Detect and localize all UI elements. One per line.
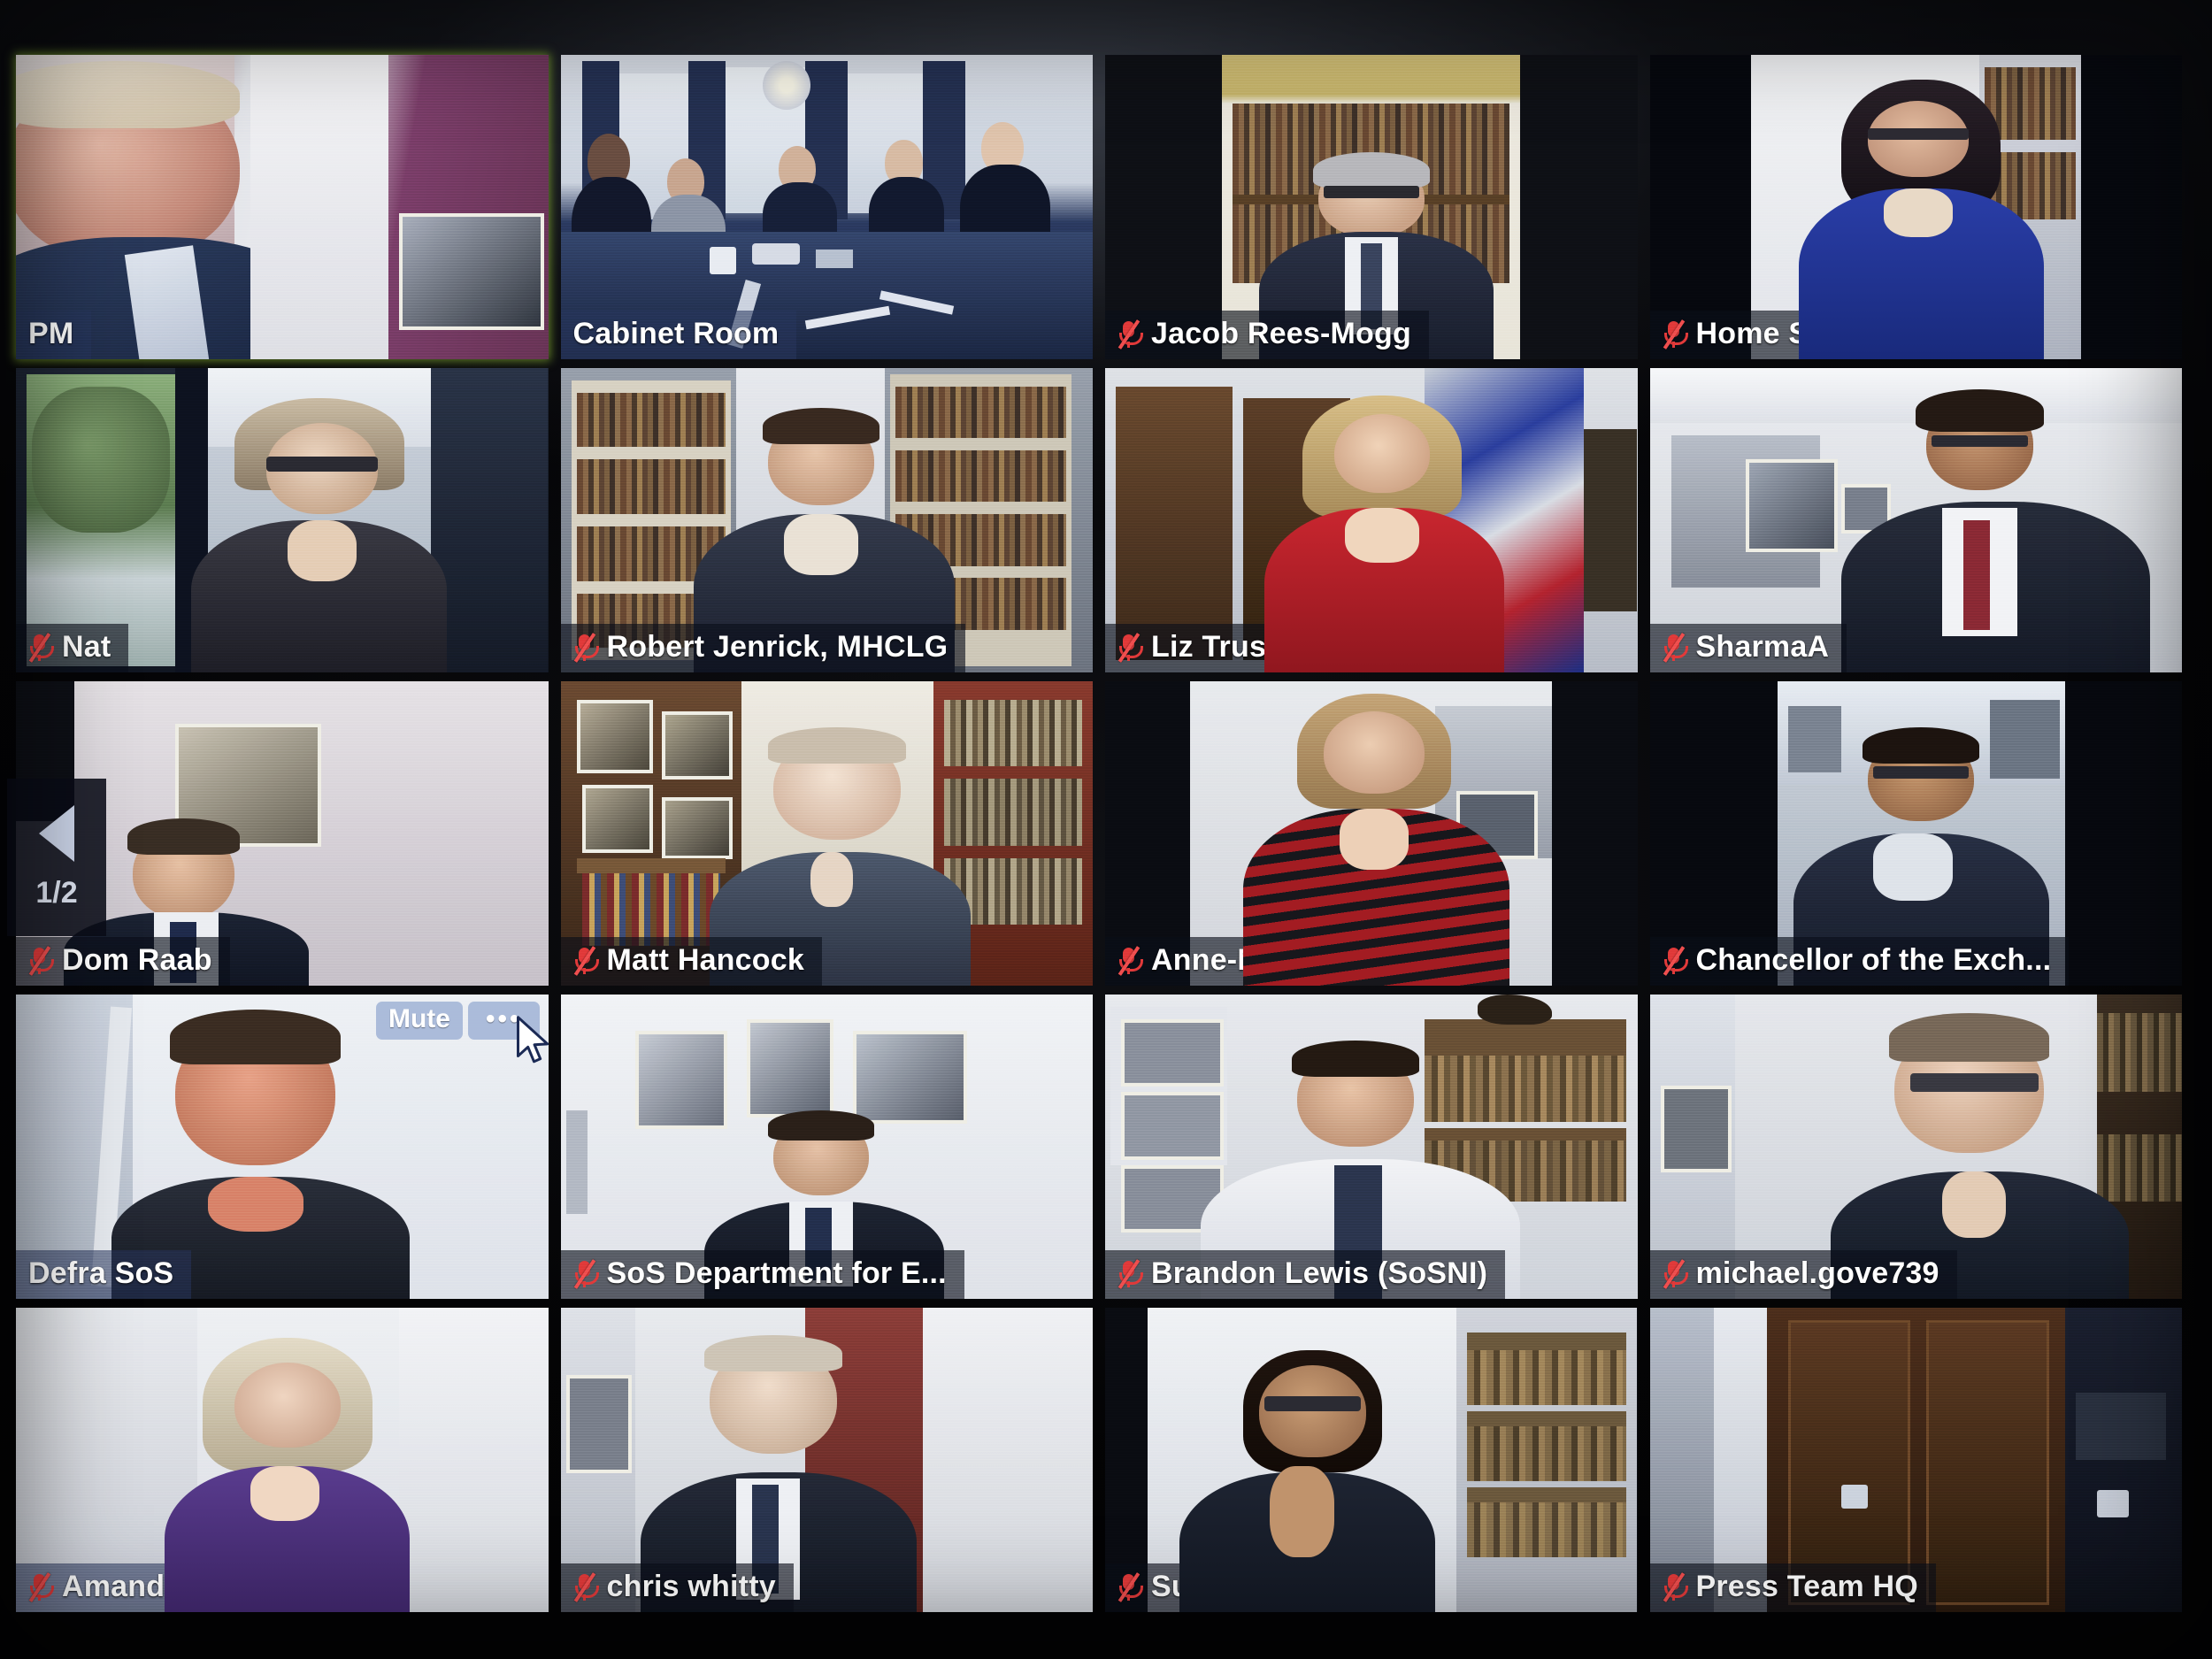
muted-microphone-icon [1663,632,1688,663]
participant-label: PM [16,311,92,359]
video-conference-screen: PM Cabinet Room Jacob Rees-Mogg Home Nat… [0,0,2212,1659]
video-feed [1105,1308,1638,1612]
participant-label: Brandon Lewis (SoSNI) [1105,1250,1506,1299]
participant-tile-pm[interactable]: PM [16,55,549,359]
participant-tile-robert-jenrick[interactable]: Robert Jenrick, MHCLG [560,368,1093,672]
muted-microphone-icon [28,632,54,663]
participant-name: michael.gove739 [1695,1256,1939,1290]
participant-tile-defra-sos[interactable]: Mute ••• Defra SoS [16,995,549,1299]
participant-tile-cabinet-room[interactable]: Cabinet Room [560,55,1093,359]
muted-microphone-icon [1663,1258,1688,1289]
participant-tile-liz-truss[interactable]: Liz Truss [1105,368,1638,672]
participant-label: Nat [16,624,129,672]
muted-microphone-icon [1663,319,1688,349]
muted-microphone-icon [28,945,54,976]
participant-label: michael.gove739 [1649,1250,1957,1299]
muted-microphone-icon [573,1258,599,1289]
chevron-left-icon[interactable] [39,804,74,862]
participant-name: SharmaA [1695,630,1830,664]
previous-page-control[interactable]: 1/2 [7,779,106,936]
participant-tile-press-team-hq[interactable]: Press Team HQ [1649,1308,2182,1612]
participant-name: Press Team HQ [1695,1570,1918,1603]
participant-label: Chancellor of the Exch... [1649,937,2070,986]
participant-tile-sharmaa[interactable]: SharmaA [1649,368,2182,672]
participant-name: Dom Raab [62,943,212,977]
muted-microphone-icon [28,1571,54,1602]
participant-tile-sos-department-for-e[interactable]: SoS Department for E... [560,995,1093,1299]
participant-name: Liz Truss [1151,630,1284,664]
participant-name: Cabinet Room [572,317,780,350]
participant-label: Matt Hancock [560,937,822,986]
participant-tile-amanda-milling[interactable]: Amanda Milling [16,1308,549,1612]
participant-label: chris whitty [560,1563,794,1612]
participant-name: Brandon Lewis (SoSNI) [1151,1256,1488,1290]
participant-label: Dom Raab [16,937,230,986]
tile-hover-controls[interactable]: Mute ••• [375,1002,540,1040]
participant-name: Jacob Rees-Mogg [1151,317,1411,350]
mute-button[interactable]: Mute [375,1002,463,1040]
participant-tile-jacob-rees-mogg[interactable]: Jacob Rees-Mogg [1105,55,1638,359]
participant-tile-anne-marie-trevelyan[interactable]: Anne-Marie Trevelyan [1105,681,1638,986]
participant-name: PM [28,317,74,350]
muted-microphone-icon [1118,632,1143,663]
participant-name: SoS Department for E... [606,1256,947,1290]
participant-name: Chancellor of the Exch... [1695,943,2052,977]
participant-tile-nat[interactable]: Nat [16,368,549,672]
muted-microphone-icon [573,945,599,976]
participant-label: SharmaA [1649,624,1847,672]
participant-label: Robert Jenrick, MHCLG [560,624,966,672]
participant-tile-brandon-lewis[interactable]: Brandon Lewis (SoSNI) [1105,995,1638,1299]
participant-name: Matt Hancock [606,943,804,977]
participant-tile-home-secretary[interactable]: Home Secretary [1649,55,2182,359]
muted-microphone-icon [1118,319,1143,349]
participant-label: SoS Department for E... [560,1250,964,1299]
page-indicator: 1/2 [35,875,78,910]
participant-name: chris whitty [606,1570,776,1603]
muted-microphone-icon [1663,945,1688,976]
participant-name: Defra SoS [28,1256,174,1290]
muted-microphone-icon [1118,1258,1143,1289]
muted-microphone-icon [1663,1571,1688,1602]
participant-label: Defra SoS [16,1250,192,1299]
participant-tile-chancellor[interactable]: Chancellor of the Exch... [1649,681,2182,986]
muted-microphone-icon [1118,1571,1143,1602]
more-options-button[interactable]: ••• [467,1002,540,1040]
muted-microphone-icon [1118,945,1143,976]
participant-label: Press Team HQ [1649,1563,1936,1612]
participant-tile-matt-hancock[interactable]: Matt Hancock [560,681,1093,986]
video-feed [16,55,549,359]
participant-label: Cabinet Room [560,311,797,359]
participant-label: Jacob Rees-Mogg [1105,311,1429,359]
participant-tile-chris-whitty[interactable]: chris whitty [560,1308,1093,1612]
participant-tile-suella-braverman[interactable]: Suella Braverman [1105,1308,1638,1612]
participant-name: Nat [62,630,111,664]
participant-grid: PM Cabinet Room Jacob Rees-Mogg Home Nat… [16,55,2182,1612]
muted-microphone-icon [573,1571,599,1602]
participant-tile-michael-gove[interactable]: michael.gove739 [1649,995,2182,1299]
participant-name: Robert Jenrick, MHCLG [606,630,949,664]
muted-microphone-icon [573,632,599,663]
